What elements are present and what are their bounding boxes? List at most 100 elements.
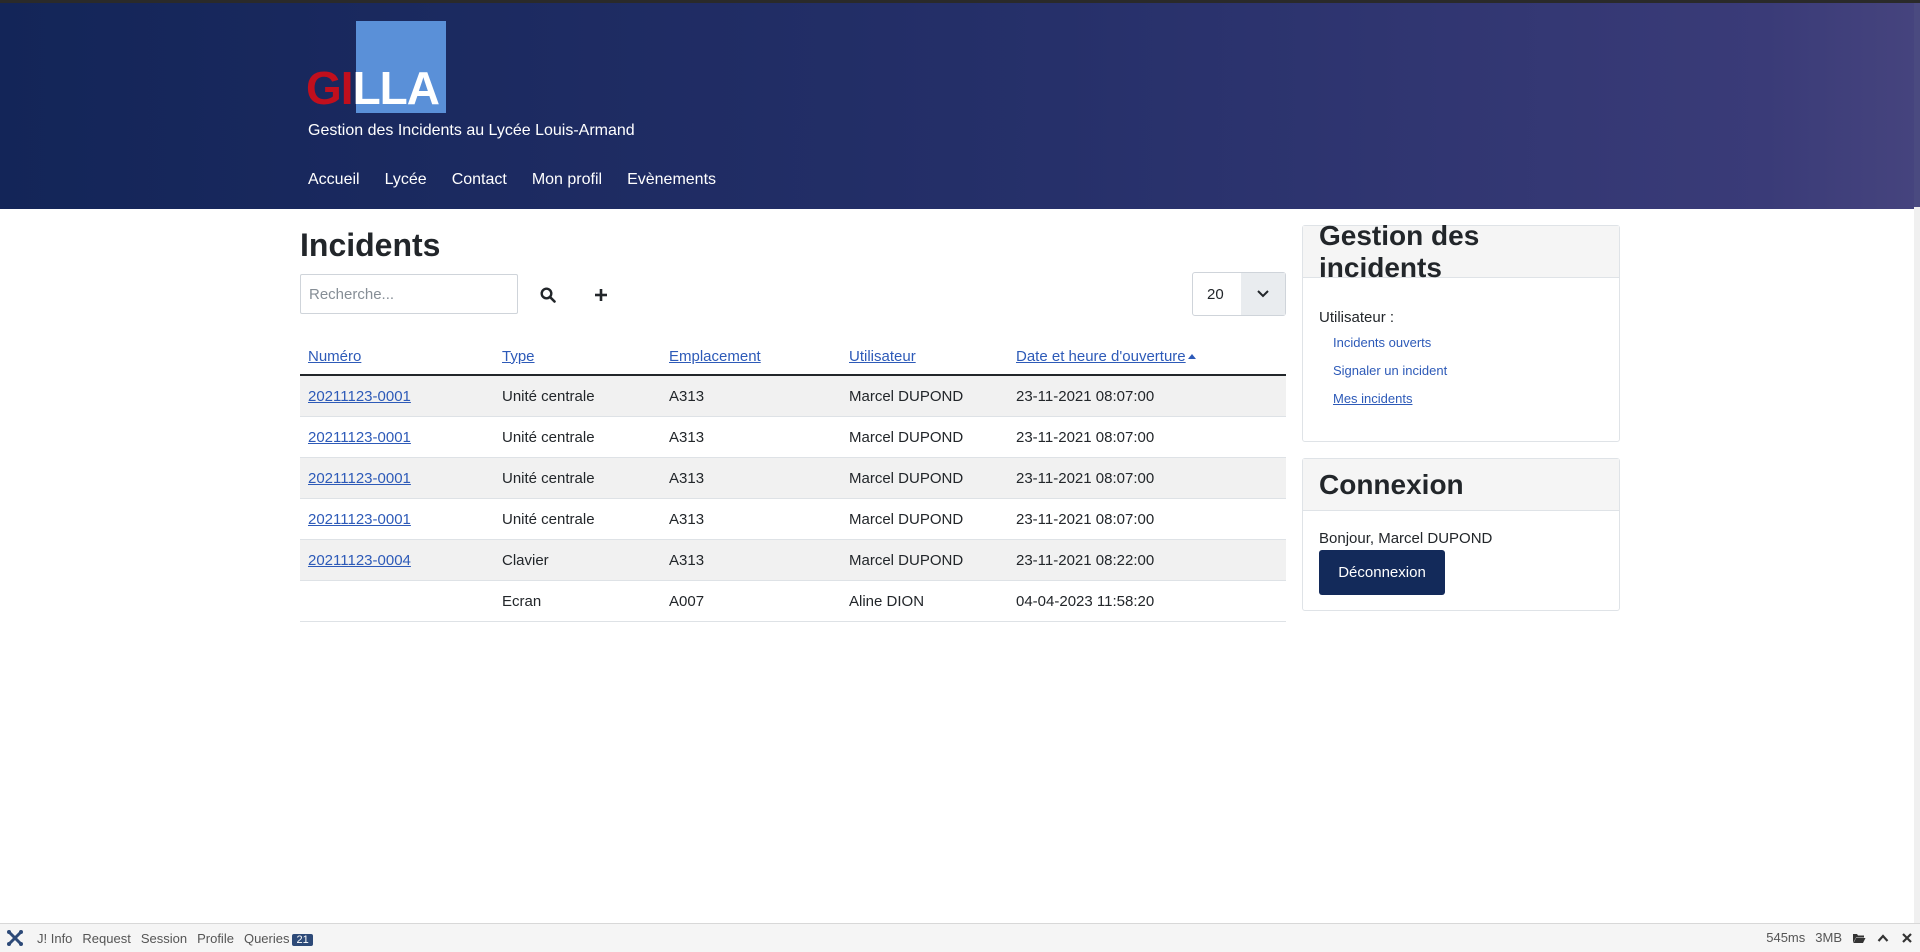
cell-date: 04-04-2023 11:58:20 [1008,580,1286,622]
debug-tab-request[interactable]: Request [82,931,130,946]
cell-emplacement: A313 [661,375,841,417]
cell-emplacement: A313 [661,457,841,499]
nav-item-accueil[interactable]: Accueil [308,171,360,189]
cell-emplacement: A313 [661,498,841,540]
cell-numero: 20211123-0001 [300,457,494,499]
card-title: Gestion des incidents [1319,219,1480,283]
cell-date: 23-11-2021 08:07:00 [1008,416,1286,458]
cell-utilisateur: Marcel DUPOND [841,457,1008,499]
site-tagline: Gestion des Incidents au Lycée Louis-Arm… [308,122,635,139]
logo-text: GILLA [306,62,440,114]
column-header-date: Date et heure d'ouverture [1008,338,1286,376]
cell-utilisateur: Marcel DUPOND [841,416,1008,458]
link-mes-incidents[interactable]: Mes incidents [1333,391,1447,419]
folder-open-icon[interactable] [1852,931,1866,945]
incident-menu: Incidents ouverts Signaler un incident M… [1333,335,1447,419]
cell-numero [300,580,494,622]
card-header: Connexion [1303,459,1619,511]
cell-utilisateur: Aline DION [841,580,1008,622]
incidents-management-card: Gestion des incidents Utilisateur : Inci… [1302,220,1620,442]
cell-numero: 20211123-0001 [300,375,494,417]
page-scrollbar[interactable] [1914,3,1920,923]
debug-tabs: J! Info Request Session Profile Queries 2… [37,931,313,946]
cell-utilisateur: Marcel DUPOND [841,498,1008,540]
column-header-emplacement: Emplacement [661,338,841,376]
cell-utilisateur: Marcel DUPOND [841,539,1008,581]
card-header: Gestion des incidents [1303,220,1619,283]
cell-type: Unité centrale [494,416,661,458]
sort-link-emplacement[interactable]: Emplacement [669,348,761,365]
debug-tab-queries[interactable]: Queries 21 [244,931,313,946]
scrollbar-thumb[interactable] [1914,3,1920,207]
column-header-type: Type [494,338,661,376]
cell-numero: 20211123-0001 [300,416,494,458]
cell-emplacement: A007 [661,580,841,622]
table-row: 20211123-0001 Unité centrale A313 Marcel… [300,498,1286,540]
nav-item-evenements[interactable]: Evènements [627,171,716,189]
nav-item-contact[interactable]: Contact [452,171,507,189]
sort-ascending-icon [1187,354,1196,360]
column-header-utilisateur: Utilisateur [841,338,1008,376]
nav-item-lycee[interactable]: Lycée [385,171,427,189]
cell-emplacement: A313 [661,416,841,458]
cell-type: Unité centrale [494,498,661,540]
cell-emplacement: A313 [661,539,841,581]
cell-date: 23-11-2021 08:22:00 [1008,539,1286,581]
link-signaler-incident[interactable]: Signaler un incident [1333,363,1447,391]
list-limit-select[interactable]: 20 [1192,272,1286,316]
debug-tab-info[interactable]: J! Info [37,931,72,946]
debug-tab-session[interactable]: Session [141,931,187,946]
column-header-numero: Numéro [300,338,494,376]
table-row: 20211123-0004 Clavier A313 Marcel DUPOND… [300,539,1286,581]
debug-time: 545ms [1766,930,1806,945]
chevron-up-icon[interactable] [1876,931,1890,945]
cell-type: Unité centrale [494,457,661,499]
chevron-down-icon [1241,273,1285,315]
list-limit-value: 20 [1207,286,1224,303]
table-row: 20211123-0001 Unité centrale A313 Marcel… [300,457,1286,499]
joomla-icon[interactable] [6,929,24,947]
site-logo[interactable]: GILLA [306,21,448,115]
sort-link-utilisateur[interactable]: Utilisateur [849,348,916,365]
cell-date: 23-11-2021 08:07:00 [1008,498,1286,540]
search-icon [540,287,556,303]
card-title: Connexion [1319,468,1464,500]
close-icon[interactable] [1900,931,1914,945]
incident-link[interactable]: 20211123-0001 [308,429,411,446]
site-header: GILLA Gestion des Incidents au Lycée Lou… [0,3,1920,209]
nav-item-mon-profil[interactable]: Mon profil [532,171,602,189]
incidents-table: Numéro Type Emplacement Utilisateur Date… [300,338,1286,622]
table-row: 20211123-0001 Unité centrale A313 Marcel… [300,416,1286,458]
search-input[interactable] [300,274,518,314]
cell-numero: 20211123-0004 [300,539,494,581]
debug-memory: 3MB [1815,930,1842,945]
logo-text-gi: GI [306,62,354,114]
main-nav: Accueil Lycée Contact Mon profil Evèneme… [308,171,716,189]
search-button[interactable] [533,280,563,310]
logout-button[interactable]: Déconnexion [1319,550,1445,595]
cell-type: Ecran [494,580,661,622]
page-title: Incidents [300,227,441,263]
cell-numero: 20211123-0001 [300,498,494,540]
cell-date: 23-11-2021 08:07:00 [1008,457,1286,499]
sort-link-date[interactable]: Date et heure d'ouverture [1016,348,1186,365]
incident-link[interactable]: 20211123-0004 [308,552,411,569]
sort-link-numero[interactable]: Numéro [308,348,361,365]
logo-text-lla: LLA [352,62,440,114]
debug-bar: J! Info Request Session Profile Queries 2… [0,923,1920,952]
sort-link-type[interactable]: Type [502,348,535,365]
cell-date: 23-11-2021 08:07:00 [1008,375,1286,417]
incident-link[interactable]: 20211123-0001 [308,511,411,528]
table-row: Ecran A007 Aline DION 04-04-2023 11:58:2… [300,580,1286,622]
user-label: Utilisateur : [1319,309,1395,326]
debug-tab-profile[interactable]: Profile [197,931,234,946]
cell-type: Unité centrale [494,375,661,417]
incident-link[interactable]: 20211123-0001 [308,388,411,405]
queries-count-badge: 21 [292,934,313,946]
add-incident-button[interactable] [586,280,616,310]
cell-type: Clavier [494,539,661,581]
table-row: 20211123-0001 Unité centrale A313 Marcel… [300,375,1286,417]
link-incidents-ouverts[interactable]: Incidents ouverts [1333,335,1447,363]
plus-icon [595,289,607,301]
incident-link[interactable]: 20211123-0001 [308,470,411,487]
